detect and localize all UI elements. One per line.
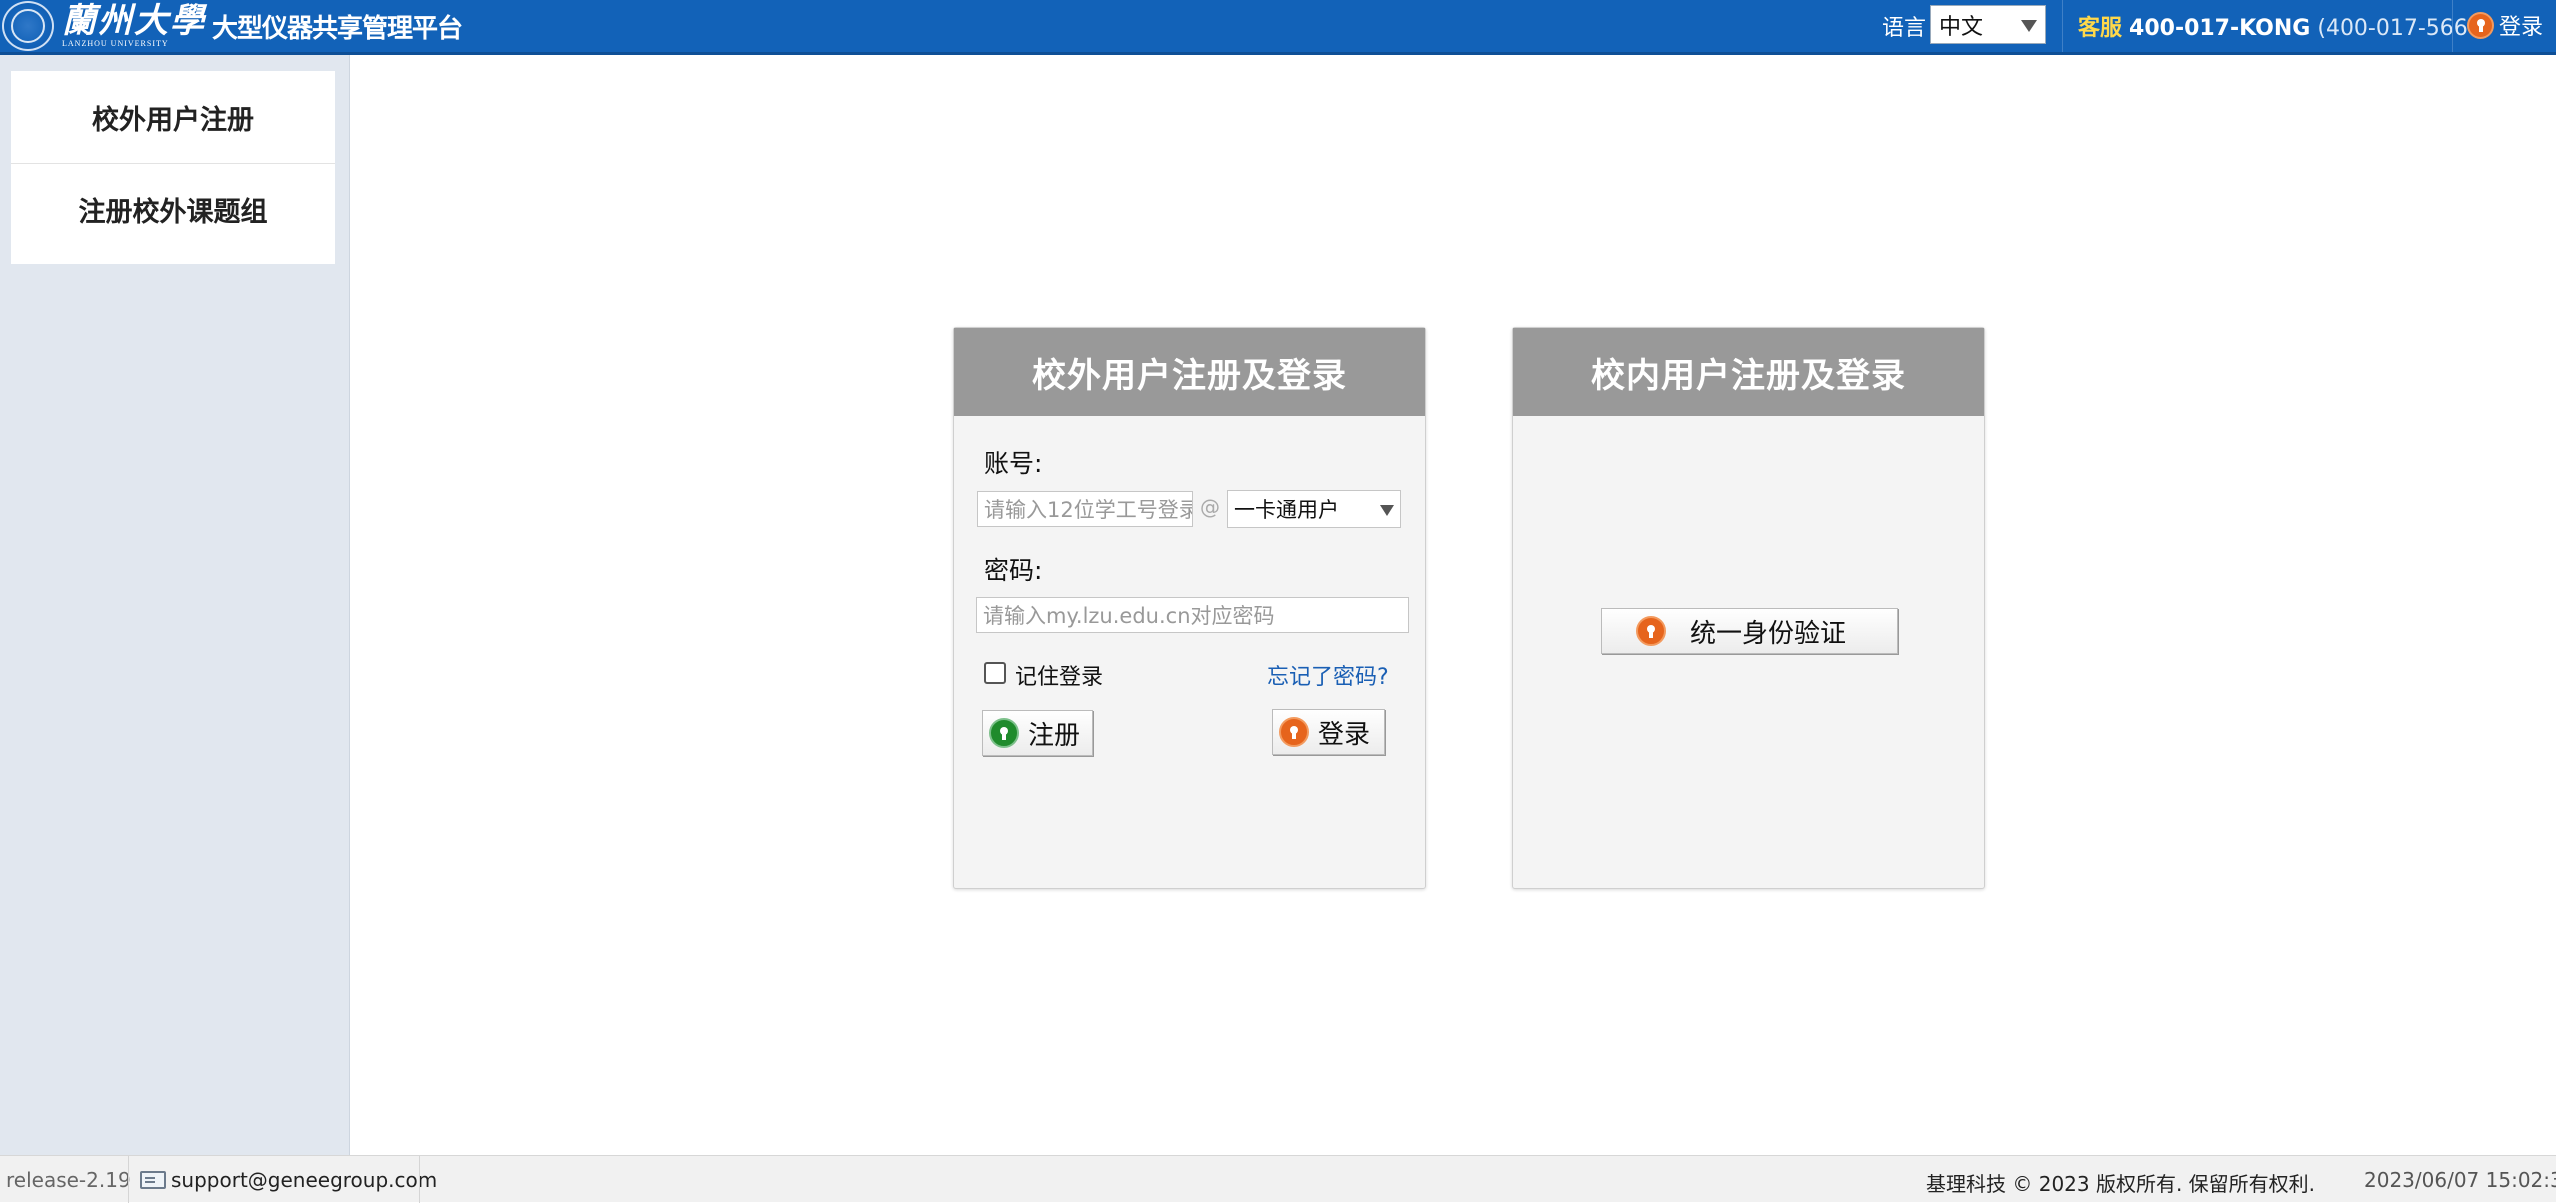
header-login-link[interactable]: 登录	[2467, 9, 2543, 41]
sidebar-item-external-group-register[interactable]: 注册校外课题组	[11, 163, 335, 255]
customer-service-info: 客服 400-017-KONG (400-017-5664)	[2078, 10, 2490, 42]
footer: release-2.19 support@geneegroup.com 基理科技…	[0, 1155, 2556, 1203]
copyright-text: 基理科技 © 2023 版权所有. 保留所有权利.	[1926, 1172, 2316, 1196]
unified-auth-button[interactable]: 统一身份验证	[1601, 608, 1898, 654]
register-button[interactable]: 注册	[982, 710, 1093, 756]
language-selected-value: 中文	[1939, 14, 1984, 40]
dropdown-arrow-icon	[1380, 505, 1394, 516]
sidebar-menu: 校外用户注册 注册校外课题组	[11, 71, 335, 264]
top-header-bar: 蘭州大學 LANZHOU UNIVERSITY 大型仪器共享管理平台 语言 中文…	[0, 0, 2556, 55]
remember-login-checkbox[interactable]	[984, 662, 1006, 684]
register-key-icon	[989, 718, 1019, 748]
forgot-password-link[interactable]: 忘记了密码?	[1267, 659, 1389, 691]
internal-user-panel: 校内用户注册及登录 统一身份验证	[1512, 327, 1985, 889]
language-select[interactable]: 中文	[1930, 5, 2046, 44]
platform-title: 大型仪器共享管理平台	[212, 13, 463, 44]
mail-icon	[140, 1171, 166, 1189]
header-divider	[2452, 0, 2453, 52]
dropdown-arrow-icon	[2021, 20, 2037, 32]
external-user-panel: 校外用户注册及登录 账号: 请输入12位学工号登录 @ 一卡通用户 密码: 请输…	[953, 327, 1426, 889]
password-input[interactable]: 请输入my.lzu.edu.cn对应密码	[976, 597, 1409, 633]
login-button[interactable]: 登录	[1272, 709, 1385, 755]
footer-divider	[128, 1156, 129, 1203]
login-key-icon	[1279, 717, 1309, 747]
at-sign: @	[1200, 495, 1220, 519]
footer-divider	[419, 1156, 420, 1203]
service-alt-number: (400-017-5664)	[2317, 16, 2491, 41]
remember-login-label[interactable]: 记住登录	[1015, 659, 1103, 691]
header-login-label: 登录	[2499, 15, 2544, 40]
login-key-icon	[1636, 616, 1666, 646]
unified-auth-label: 统一身份验证	[1690, 618, 1847, 649]
account-input[interactable]: 请输入12位学工号登录	[977, 491, 1193, 527]
university-logo[interactable]: 蘭州大學 LANZHOU UNIVERSITY 大型仪器共享管理平台	[2, 1, 463, 51]
header-divider	[2062, 0, 2063, 52]
service-number: 400-017-KONG	[2129, 16, 2311, 41]
sidebar: 校外用户注册 注册校外课题组	[0, 55, 350, 1155]
account-type-select[interactable]: 一卡通用户	[1227, 490, 1401, 528]
account-placeholder: 请输入12位学工号登录	[984, 498, 1193, 522]
support-email-link[interactable]: support@geneegroup.com	[171, 1168, 437, 1192]
logo-calligraphy: 蘭州大學	[62, 1, 206, 41]
password-label: 密码:	[984, 556, 1043, 585]
external-panel-title: 校外用户注册及登录	[954, 328, 1425, 416]
server-timestamp: 2023/06/07 15:02:38	[2364, 1168, 2556, 1192]
account-type-value: 一卡通用户	[1234, 498, 1339, 522]
password-placeholder: 请输入my.lzu.edu.cn对应密码	[983, 604, 1275, 628]
account-label: 账号:	[984, 449, 1043, 478]
login-button-label: 登录	[1318, 719, 1371, 750]
register-button-label: 注册	[1028, 720, 1081, 751]
service-label: 客服	[2078, 16, 2123, 41]
logo-english-name: LANZHOU UNIVERSITY	[62, 39, 169, 48]
university-seal-icon	[2, 1, 54, 51]
internal-panel-title: 校内用户注册及登录	[1513, 328, 1984, 416]
release-version: release-2.19	[6, 1168, 131, 1192]
language-label: 语言	[1882, 16, 1927, 41]
login-key-icon	[2467, 11, 2494, 39]
sidebar-item-external-register[interactable]: 校外用户注册	[11, 71, 335, 163]
